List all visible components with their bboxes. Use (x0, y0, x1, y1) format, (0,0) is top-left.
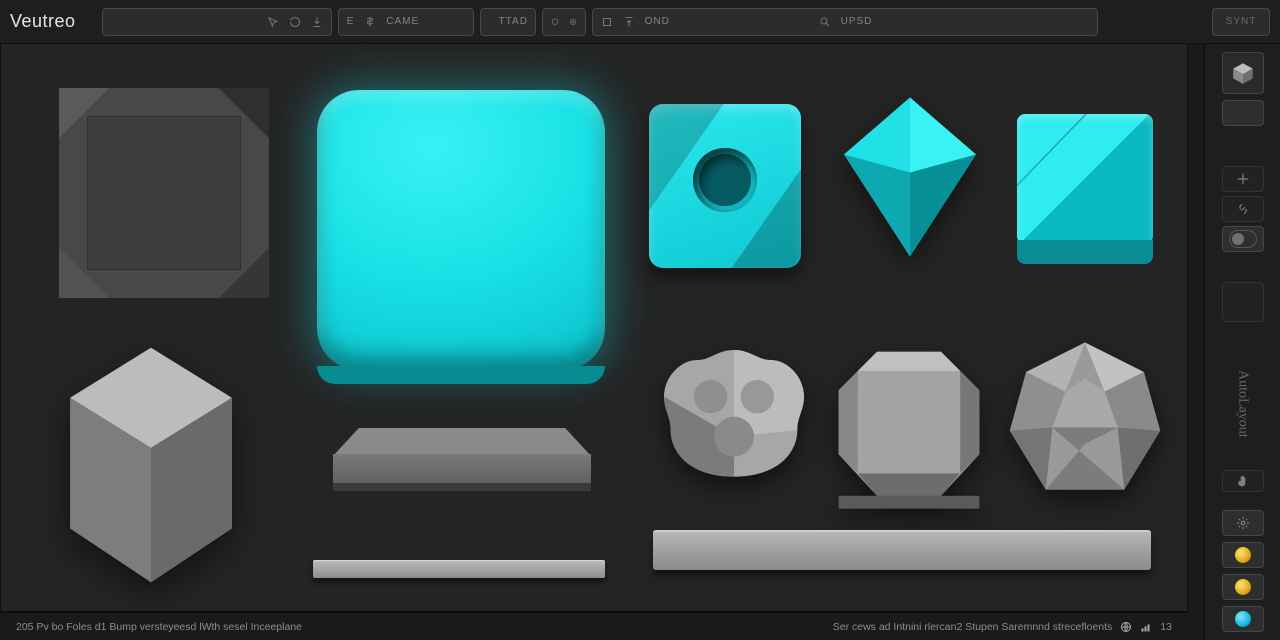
asset-gray-thick-bar[interactable] (653, 530, 1151, 570)
hand-icon (1236, 474, 1250, 488)
box-icon (601, 16, 613, 28)
gear-icon (1236, 516, 1250, 530)
ttad-button[interactable]: TTAD (480, 8, 536, 36)
sidebar-coin-gold-2[interactable] (1222, 574, 1264, 600)
path-field[interactable]: OND UPSD (592, 8, 1098, 36)
asset-cyan-hole-plate[interactable] (649, 104, 801, 268)
camera-prefix: E (347, 16, 355, 27)
currency-icon (364, 16, 376, 28)
asset-gray-octagon[interactable] (829, 342, 989, 512)
signal-icon (1140, 621, 1152, 633)
status-bar: 205 Pv bo Foles d1 Bump versteyeesd lWth… (0, 612, 1188, 640)
sidebar-thumb-selected[interactable] (1222, 52, 1264, 94)
shield-target-button[interactable] (542, 8, 586, 36)
asset-gallery (1, 44, 1187, 611)
status-percent: 13 (1160, 621, 1172, 633)
asset-bevel-tile[interactable] (59, 88, 269, 298)
ond-label: OND (645, 16, 670, 27)
toolbar: Veutreo E CAME TTAD OND UPSD SYNT (0, 0, 1280, 44)
target-icon (569, 16, 577, 28)
coin-blue-icon (1235, 611, 1251, 627)
sidebar-tool-link[interactable] (1222, 196, 1264, 222)
search-icon (819, 16, 831, 28)
link-icon (1236, 202, 1250, 216)
download-icon (311, 16, 323, 28)
refresh-icon (289, 16, 301, 28)
sidebar-settings[interactable] (1222, 510, 1264, 536)
sidebar-hand-tool[interactable] (1222, 470, 1264, 492)
asset-cyan-gem[interactable] (835, 92, 985, 262)
sync-label: SYNT (1226, 16, 1257, 27)
upload-icon (623, 16, 635, 28)
viewport[interactable] (0, 44, 1188, 612)
status-right-text: Ser cews ad Intnini rlercan2 Stupen Sare… (833, 621, 1113, 633)
asset-gray-lobed[interactable] (649, 340, 819, 500)
sidebar-coin-gold-1[interactable] (1222, 542, 1264, 568)
app-logo: Veutreo (10, 11, 96, 32)
asset-cyan-slab[interactable] (317, 90, 605, 370)
sidebar-vertical-label: AutoLayout (1235, 344, 1251, 464)
asset-gray-platform[interactable] (333, 428, 591, 488)
toggle-icon (1229, 230, 1257, 248)
upsd-label: UPSD (841, 16, 873, 27)
status-left-text: 205 Pv bo Foles d1 Bump versteyeesd lWth… (16, 621, 302, 633)
camera-dropdown[interactable]: E CAME (338, 8, 474, 36)
cube-icon (1230, 60, 1256, 86)
asset-gray-hex-prism[interactable] (51, 340, 251, 590)
sync-button[interactable]: SYNT (1212, 8, 1270, 36)
sidebar-tool-toggle[interactable] (1222, 226, 1264, 252)
sidebar-btn-1[interactable] (1222, 100, 1264, 126)
sidebar-group-tools (1222, 166, 1264, 252)
cursor-icon (267, 16, 279, 28)
sidebar-collapse[interactable] (1222, 282, 1264, 322)
sidebar-tool-move[interactable] (1222, 166, 1264, 192)
toolbar-group-1[interactable] (102, 8, 332, 36)
sidebar-coin-blue[interactable] (1222, 606, 1264, 632)
asset-cyan-split-cube[interactable] (1017, 114, 1153, 264)
camera-label: CAME (386, 16, 419, 27)
coin-gold-icon (1235, 547, 1251, 563)
right-sidebar: AutoLayout (1204, 44, 1280, 640)
shield-icon (551, 16, 559, 28)
asset-gray-geodesic[interactable] (1003, 336, 1167, 506)
coin-gold-icon (1235, 579, 1251, 595)
asset-gray-thin-bar[interactable] (313, 560, 605, 578)
ttad-label: TTAD (499, 16, 528, 27)
move-icon (1236, 172, 1250, 186)
globe-icon (1120, 621, 1132, 633)
